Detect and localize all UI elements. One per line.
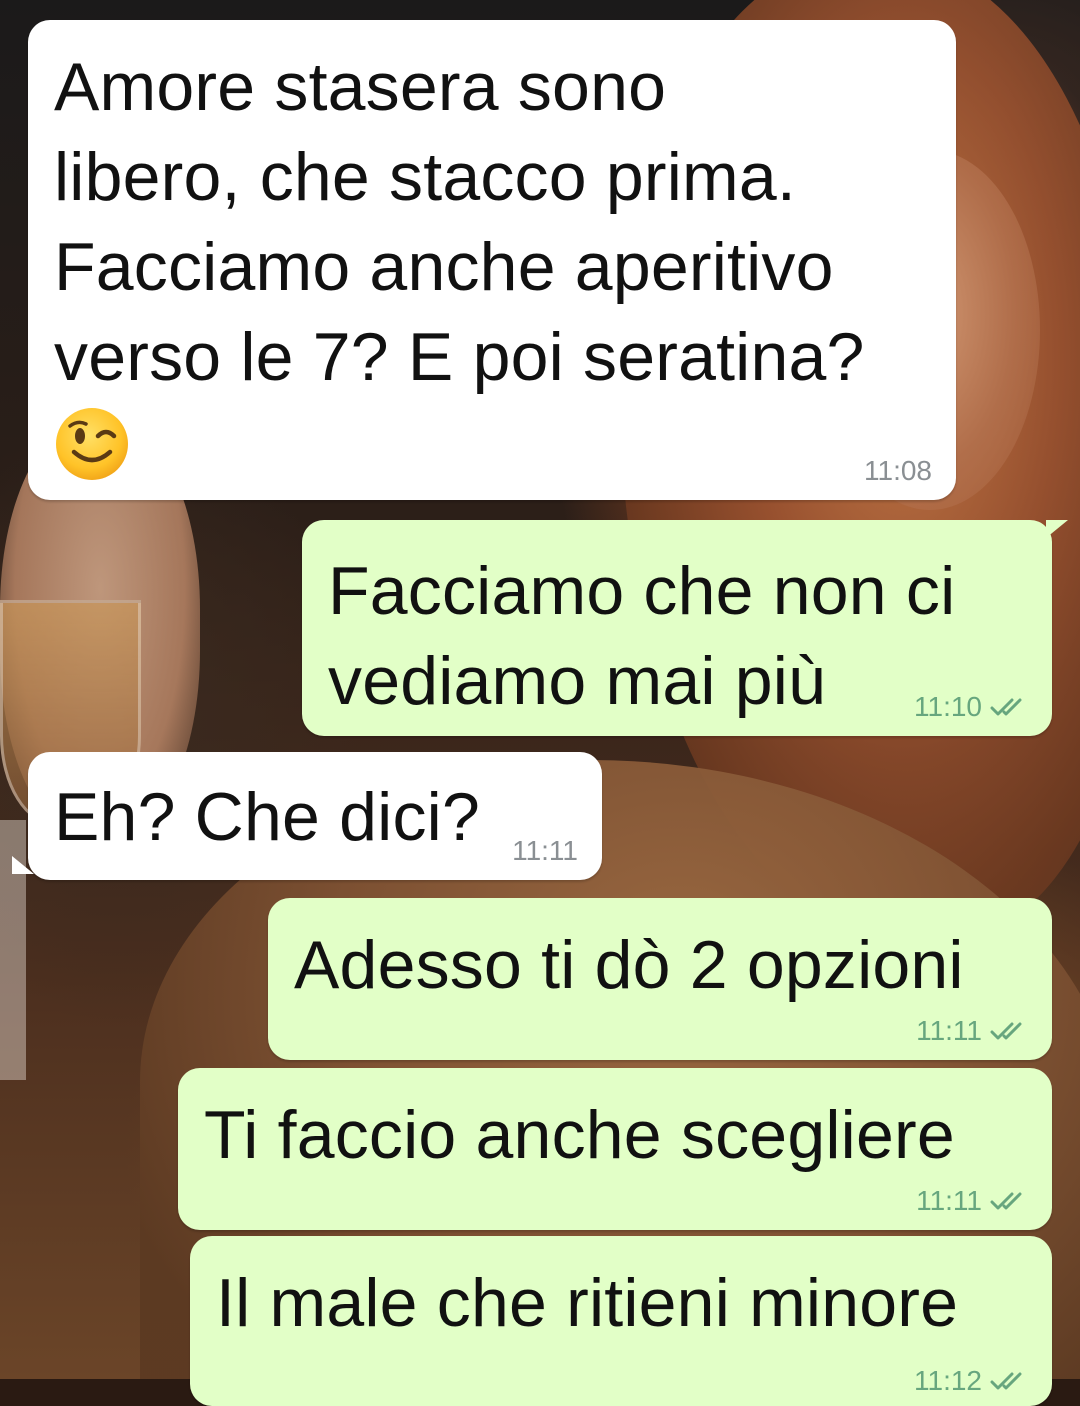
message-time: 11:12 [914, 1365, 982, 1396]
message-meta: 11:10 [914, 692, 1028, 722]
double-check-icon [990, 698, 1022, 716]
double-check-icon [990, 1192, 1022, 1210]
message-text: Amore stasera sono libero, che stacco pr… [54, 49, 865, 395]
message-meta: 11:11 [916, 1016, 1028, 1046]
message-meta: 11:12 [914, 1366, 1028, 1396]
outgoing-message[interactable]: Il male che ritieni minore 11:12 [190, 1236, 1052, 1406]
message-emoji-line [54, 406, 930, 482]
message-time: 11:08 [864, 455, 932, 486]
double-check-icon [990, 1372, 1022, 1390]
message-meta: 11:11 [512, 836, 578, 866]
message-text: Adesso ti dò 2 opzioni [294, 927, 964, 1003]
message-meta: 11:11 [916, 1186, 1028, 1216]
double-check-icon [990, 1022, 1022, 1040]
message-time: 11:11 [512, 835, 578, 866]
outgoing-message[interactable]: Facciamo che non ci vediamo mai più 11:1… [302, 520, 1068, 736]
message-time: 11:10 [914, 691, 982, 722]
message-meta: 11:08 [864, 456, 932, 486]
outgoing-message[interactable]: Ti faccio anche scegliere 11:11 [178, 1068, 1052, 1230]
incoming-message[interactable]: Amore stasera sono libero, che stacco pr… [28, 20, 956, 500]
outgoing-message[interactable]: Adesso ti dò 2 opzioni 11:11 [268, 898, 1052, 1060]
incoming-message[interactable]: Eh? Che dici? 11:11 [28, 752, 602, 880]
message-time: 11:11 [916, 1185, 982, 1216]
chat-messages: Amore stasera sono libero, che stacco pr… [0, 0, 1080, 1406]
message-time: 11:11 [916, 1015, 982, 1046]
winking-face-icon [56, 408, 128, 480]
message-text: Il male che ritieni minore [216, 1265, 959, 1341]
message-text: Ti faccio anche scegliere [204, 1097, 955, 1173]
message-text: Eh? Che dici? [54, 779, 480, 855]
